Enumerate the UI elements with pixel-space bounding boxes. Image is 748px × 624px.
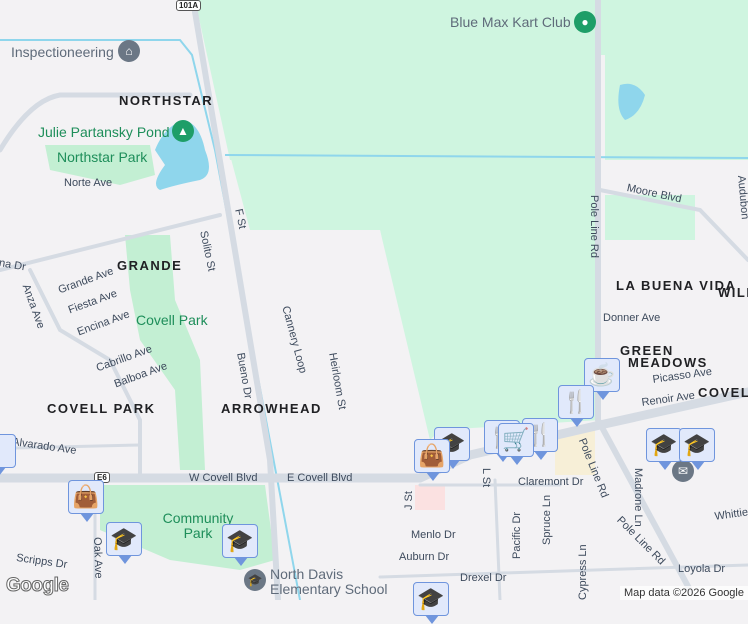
poi-label[interactable]: Blue Max Kart Club — [450, 15, 571, 29]
street-label: Claremont Dr — [518, 476, 584, 488]
marker-icon[interactable] — [0, 434, 16, 476]
grocery-cart-marker-icon[interactable]: 🛒 — [498, 423, 534, 465]
place-pin-icon[interactable]: ● — [574, 11, 596, 33]
neighborhood-label: ARROWHEAD — [221, 401, 322, 416]
street-label: E Covell Blvd — [287, 472, 353, 484]
street-label: W Covell Blvd — [189, 472, 258, 484]
street-label: Cypress Ln — [577, 544, 589, 600]
park-label[interactable]: Northstar Park — [57, 150, 147, 164]
school-marker-icon[interactable]: 🎓 — [679, 428, 715, 470]
street-label: Pole Line Rd — [588, 195, 600, 258]
street-label: Norte Ave — [64, 177, 113, 189]
school-marker-icon[interactable]: 🎓 — [222, 524, 258, 566]
street-label: Menlo Dr — [411, 529, 456, 541]
park-label[interactable]: Julie Partansky Pond — [38, 125, 170, 139]
grande-ave-road[interactable] — [0, 213, 222, 272]
school-icon[interactable]: 🎓 — [244, 569, 266, 591]
shopping-bag-marker-icon[interactable]: 👜 — [414, 439, 450, 481]
park-tree-icon[interactable]: ▲ — [172, 120, 194, 142]
street-label: J St — [403, 491, 415, 510]
school-marker-icon[interactable]: 🎓 — [106, 522, 142, 564]
neighborhood-label: COVELL — [698, 385, 748, 400]
street-label: Drexel Dr — [460, 572, 507, 584]
street-label: Donner Ave — [603, 312, 661, 324]
neighborhood-label: GRANDE — [117, 258, 183, 273]
highway-101a-shield: 101A — [176, 0, 202, 11]
shopping-bag-marker-icon[interactable]: 👜 — [68, 480, 104, 522]
neighborhood-label: COVELL PARK — [47, 401, 156, 416]
map-attribution[interactable]: Map data ©2026 Google — [619, 586, 748, 600]
street-label: Madrone Ln — [632, 468, 644, 527]
street-label: Oak Ave — [91, 536, 105, 579]
street-label: L St — [480, 468, 492, 488]
restaurant-marker-icon[interactable]: 🍴 — [558, 385, 594, 427]
poi-label[interactable]: North Davis Elementary School — [270, 567, 390, 597]
poi-label[interactable]: Inspectioneering — [11, 45, 114, 59]
neighborhood-label: NORTHSTAR — [119, 93, 214, 108]
neighborhood-label: WILD — [718, 285, 748, 300]
street-label: Pacific Dr — [511, 511, 523, 559]
park-label[interactable]: Covell Park — [136, 313, 208, 327]
street-label: Spruce Ln — [541, 494, 553, 545]
google-logo: Google — [5, 575, 69, 597]
commercial-area-2 — [415, 485, 445, 510]
street-label: Loyola Dr — [678, 563, 726, 575]
school-marker-icon[interactable]: 🎓 — [646, 428, 682, 470]
street-label: Auburn Dr — [399, 551, 450, 563]
school-marker-icon[interactable]: 🎓 — [413, 582, 449, 624]
museum-icon[interactable]: ⌂ — [118, 40, 140, 62]
